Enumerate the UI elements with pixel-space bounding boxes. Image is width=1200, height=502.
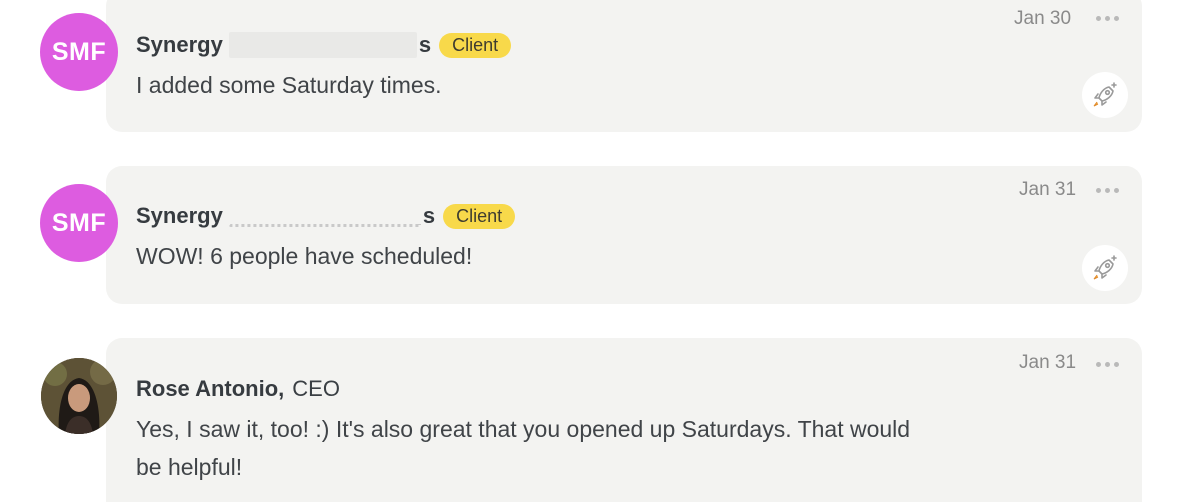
message-header: Rose Antonio, CEO xyxy=(136,376,340,402)
message-text: WOW! 6 people have scheduled! xyxy=(136,243,473,269)
sender-name-tail: s xyxy=(418,32,432,57)
avatar[interactable]: SMF xyxy=(40,184,118,262)
sender-name-tail: s xyxy=(422,203,436,228)
more-dots-icon[interactable] xyxy=(1096,362,1119,367)
message-text: Yes, I saw it, too! :) It's also great t… xyxy=(136,410,1076,486)
add-reaction-button[interactable] xyxy=(1082,245,1128,291)
sender-role: CEO xyxy=(292,376,340,401)
client-badge: Client xyxy=(443,203,516,229)
more-dots-icon[interactable] xyxy=(1096,16,1119,21)
client-badge: Client xyxy=(439,32,512,58)
message-bubble xyxy=(106,166,1142,304)
rocket-add-reaction-icon xyxy=(1093,255,1117,280)
profile-photo xyxy=(41,358,117,434)
redacted-name-block xyxy=(228,213,421,227)
rocket-add-reaction-icon xyxy=(1093,82,1117,107)
more-dots-icon[interactable] xyxy=(1096,188,1119,193)
message-header: Synergy s Client xyxy=(136,203,516,229)
message-date: Jan 30 xyxy=(1014,8,1072,29)
avatar[interactable]: SMF xyxy=(40,13,118,91)
sender-name[interactable]: Synergy xyxy=(136,203,223,229)
avatar[interactable] xyxy=(41,358,117,434)
message-text-line: Yes, I saw it, too! :) It's also great t… xyxy=(136,416,911,442)
message-date: Jan 31 xyxy=(1019,352,1077,373)
add-reaction-button[interactable] xyxy=(1082,72,1128,118)
sender-name[interactable]: Synergy xyxy=(136,32,223,58)
message-text-line: be helpful! xyxy=(136,454,243,480)
message-date: Jan 31 xyxy=(1019,179,1077,200)
redacted-name-block xyxy=(228,32,417,58)
message-thread: SMF Synergy s Client I added some Saturd… xyxy=(0,0,1200,502)
message-text: I added some Saturday times. xyxy=(136,72,442,98)
message-header: Synergy s Client xyxy=(136,32,512,58)
sender-name[interactable]: Rose Antonio, xyxy=(136,376,284,402)
